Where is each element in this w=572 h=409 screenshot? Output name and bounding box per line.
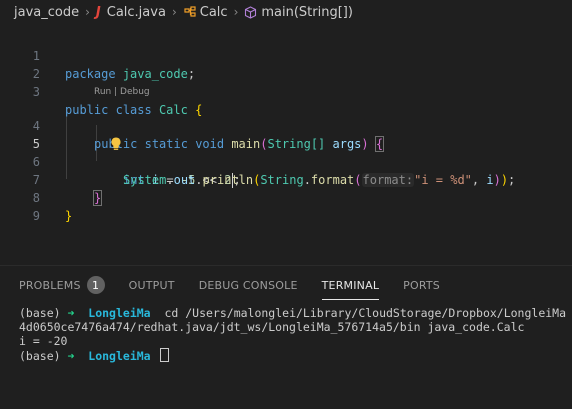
breadcrumb-folder-label: java_code [14,4,80,20]
code-line[interactable]: 9 [0,189,572,223]
tab-label: OUTPUT [128,278,175,292]
code-line[interactable]: 8 } [0,171,572,223]
bottom-panel: PROBLEMS 1 OUTPUT DEBUG CONSOLE TERMINAL… [0,265,572,409]
conda-env: (base) [19,349,61,363]
code-line[interactable]: 6 System.out.println(String.format(forma… [0,135,572,187]
tab-label: DEBUG CONSOLE [198,278,298,292]
command-text: cd /Users/malonglei/Library/CloudStorage… [164,306,567,320]
tab-label: PROBLEMS [19,278,81,292]
breadcrumb-method-label: main(String[]) [261,4,353,20]
prompt-user: LongleiMa [88,349,151,363]
code-line[interactable]: 7 } [0,153,572,206]
tab-ports[interactable]: PORTS [403,266,440,304]
java-file-icon: J [95,4,101,20]
code-editor[interactable]: 1 package java_code; 2 3 public class Ca… [0,29,572,265]
class-icon [183,6,197,18]
breadcrumb-file-label: Calc.java [106,4,166,20]
tab-output[interactable]: OUTPUT [129,266,175,304]
conda-env: (base) [19,306,61,320]
breadcrumb-method[interactable]: main(String[]) [244,5,353,20]
line-number: 9 [32,209,40,223]
chevron-right-icon: › [85,5,90,19]
panel-tabs: PROBLEMS 1 OUTPUT DEBUG CONSOLE TERMINAL… [0,266,464,304]
tab-problems[interactable]: PROBLEMS 1 [19,266,105,304]
prompt-arrow-icon: ➜ [67,306,75,320]
breadcrumb-class[interactable]: Calc [183,5,228,20]
breadcrumb-folder[interactable]: java_code [14,5,79,20]
terminal-line: i = -20 [19,334,68,348]
chevron-right-icon: › [171,5,177,19]
terminal-cursor [159,348,169,362]
brace: } [65,209,73,223]
terminal-line: (base) ➜ LongleiMa cd /Users/malonglei/L… [19,306,572,320]
terminal-output[interactable]: (base) ➜ LongleiMa cd /Users/malonglei/L… [19,306,572,363]
terminal-line: 4d0650ce7476a474/redhat.java/jdt_ws/Long… [19,320,525,334]
prompt-arrow-icon: ➜ [67,349,75,363]
tab-label: TERMINAL [321,278,380,292]
chevron-right-icon: › [233,5,239,19]
method-cube-icon [244,5,257,19]
breadcrumb: java_code › J Calc.java › Calc › main(St… [0,0,572,24]
breadcrumb-file[interactable]: J Calc.java [96,5,166,20]
breadcrumb-class-label: Calc [199,4,228,20]
tab-debug-console[interactable]: DEBUG CONSOLE [199,266,298,304]
prompt-user: LongleiMa [88,306,151,320]
run-debug-codelens[interactable]: Run | Debug [94,85,150,99]
code-line[interactable]: 2 [0,47,572,81]
code-line[interactable]: 1 package java_code; [0,29,572,81]
code-line[interactable]: 3 public class Calc { [0,65,572,117]
problems-count-badge: 1 [86,276,105,294]
terminal-line: (base) ➜ LongleiMa [19,348,572,363]
tab-terminal[interactable]: TERMINAL [321,266,380,304]
tab-label: PORTS [403,278,440,292]
code-line[interactable]: 4 public static void main(String[] args)… [0,99,572,152]
code-line-active[interactable]: 5 int i = -5 << 2; [0,117,572,188]
